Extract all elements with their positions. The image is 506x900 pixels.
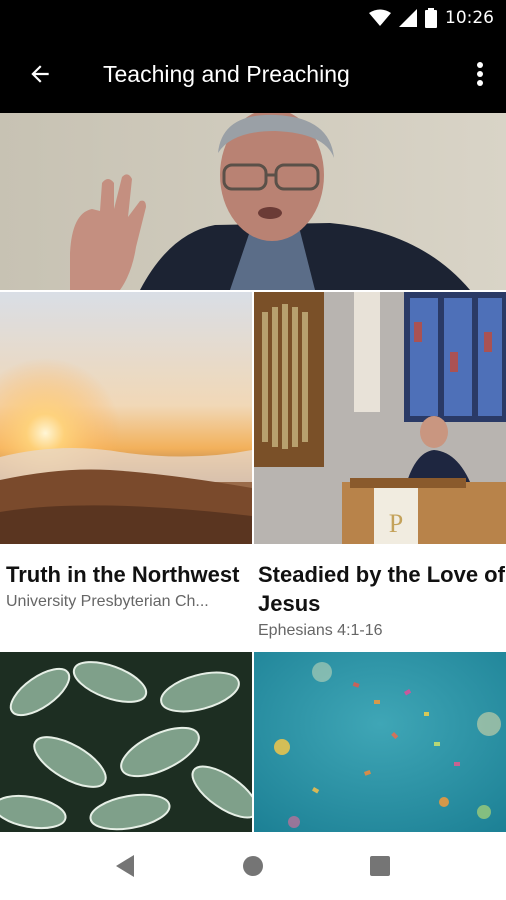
recents-square-icon <box>370 856 390 876</box>
arrow-left-icon <box>31 65 49 83</box>
card-subtitle: University Presbyterian Ch... <box>6 593 209 610</box>
card-caption-1[interactable]: Truth in the Northwest University Presby… <box>6 544 254 611</box>
card-title: Steadied by the Love of Jesus <box>258 562 505 616</box>
cell-signal-icon <box>399 9 417 27</box>
more-vert-icon <box>477 62 483 86</box>
app-bar: Teaching and Preaching <box>0 36 506 113</box>
home-circle-icon <box>243 856 263 876</box>
page-title: Teaching and Preaching <box>103 61 350 87</box>
system-nav-bar <box>0 832 506 900</box>
card-caption-2[interactable]: Steadied by the Love of Jesus Ephesians … <box>258 544 506 640</box>
card-image-leaves[interactable] <box>0 652 252 832</box>
hero-image[interactable] <box>0 113 506 290</box>
nav-home-button[interactable] <box>233 846 273 886</box>
card-subtitle: Ephesians 4:1-16 <box>258 622 383 639</box>
status-icons: 10:26 <box>369 0 494 36</box>
card-image-confetti[interactable] <box>254 652 506 832</box>
back-triangle-icon <box>116 855 134 877</box>
card-image-pulpit[interactable]: P <box>254 292 506 544</box>
status-bar: 10:26 <box>0 0 506 36</box>
back-button[interactable] <box>16 50 64 98</box>
status-time: 10:26 <box>445 8 494 28</box>
nav-recents-button[interactable] <box>360 846 400 886</box>
nav-back-button[interactable] <box>106 846 146 886</box>
wifi-icon <box>369 9 391 26</box>
battery-icon <box>425 8 437 28</box>
overflow-menu-button[interactable] <box>468 50 492 98</box>
svg-text:P: P <box>389 509 403 538</box>
card-image-sunrise[interactable] <box>0 292 252 544</box>
card-title: Truth in the Northwest <box>6 562 240 587</box>
